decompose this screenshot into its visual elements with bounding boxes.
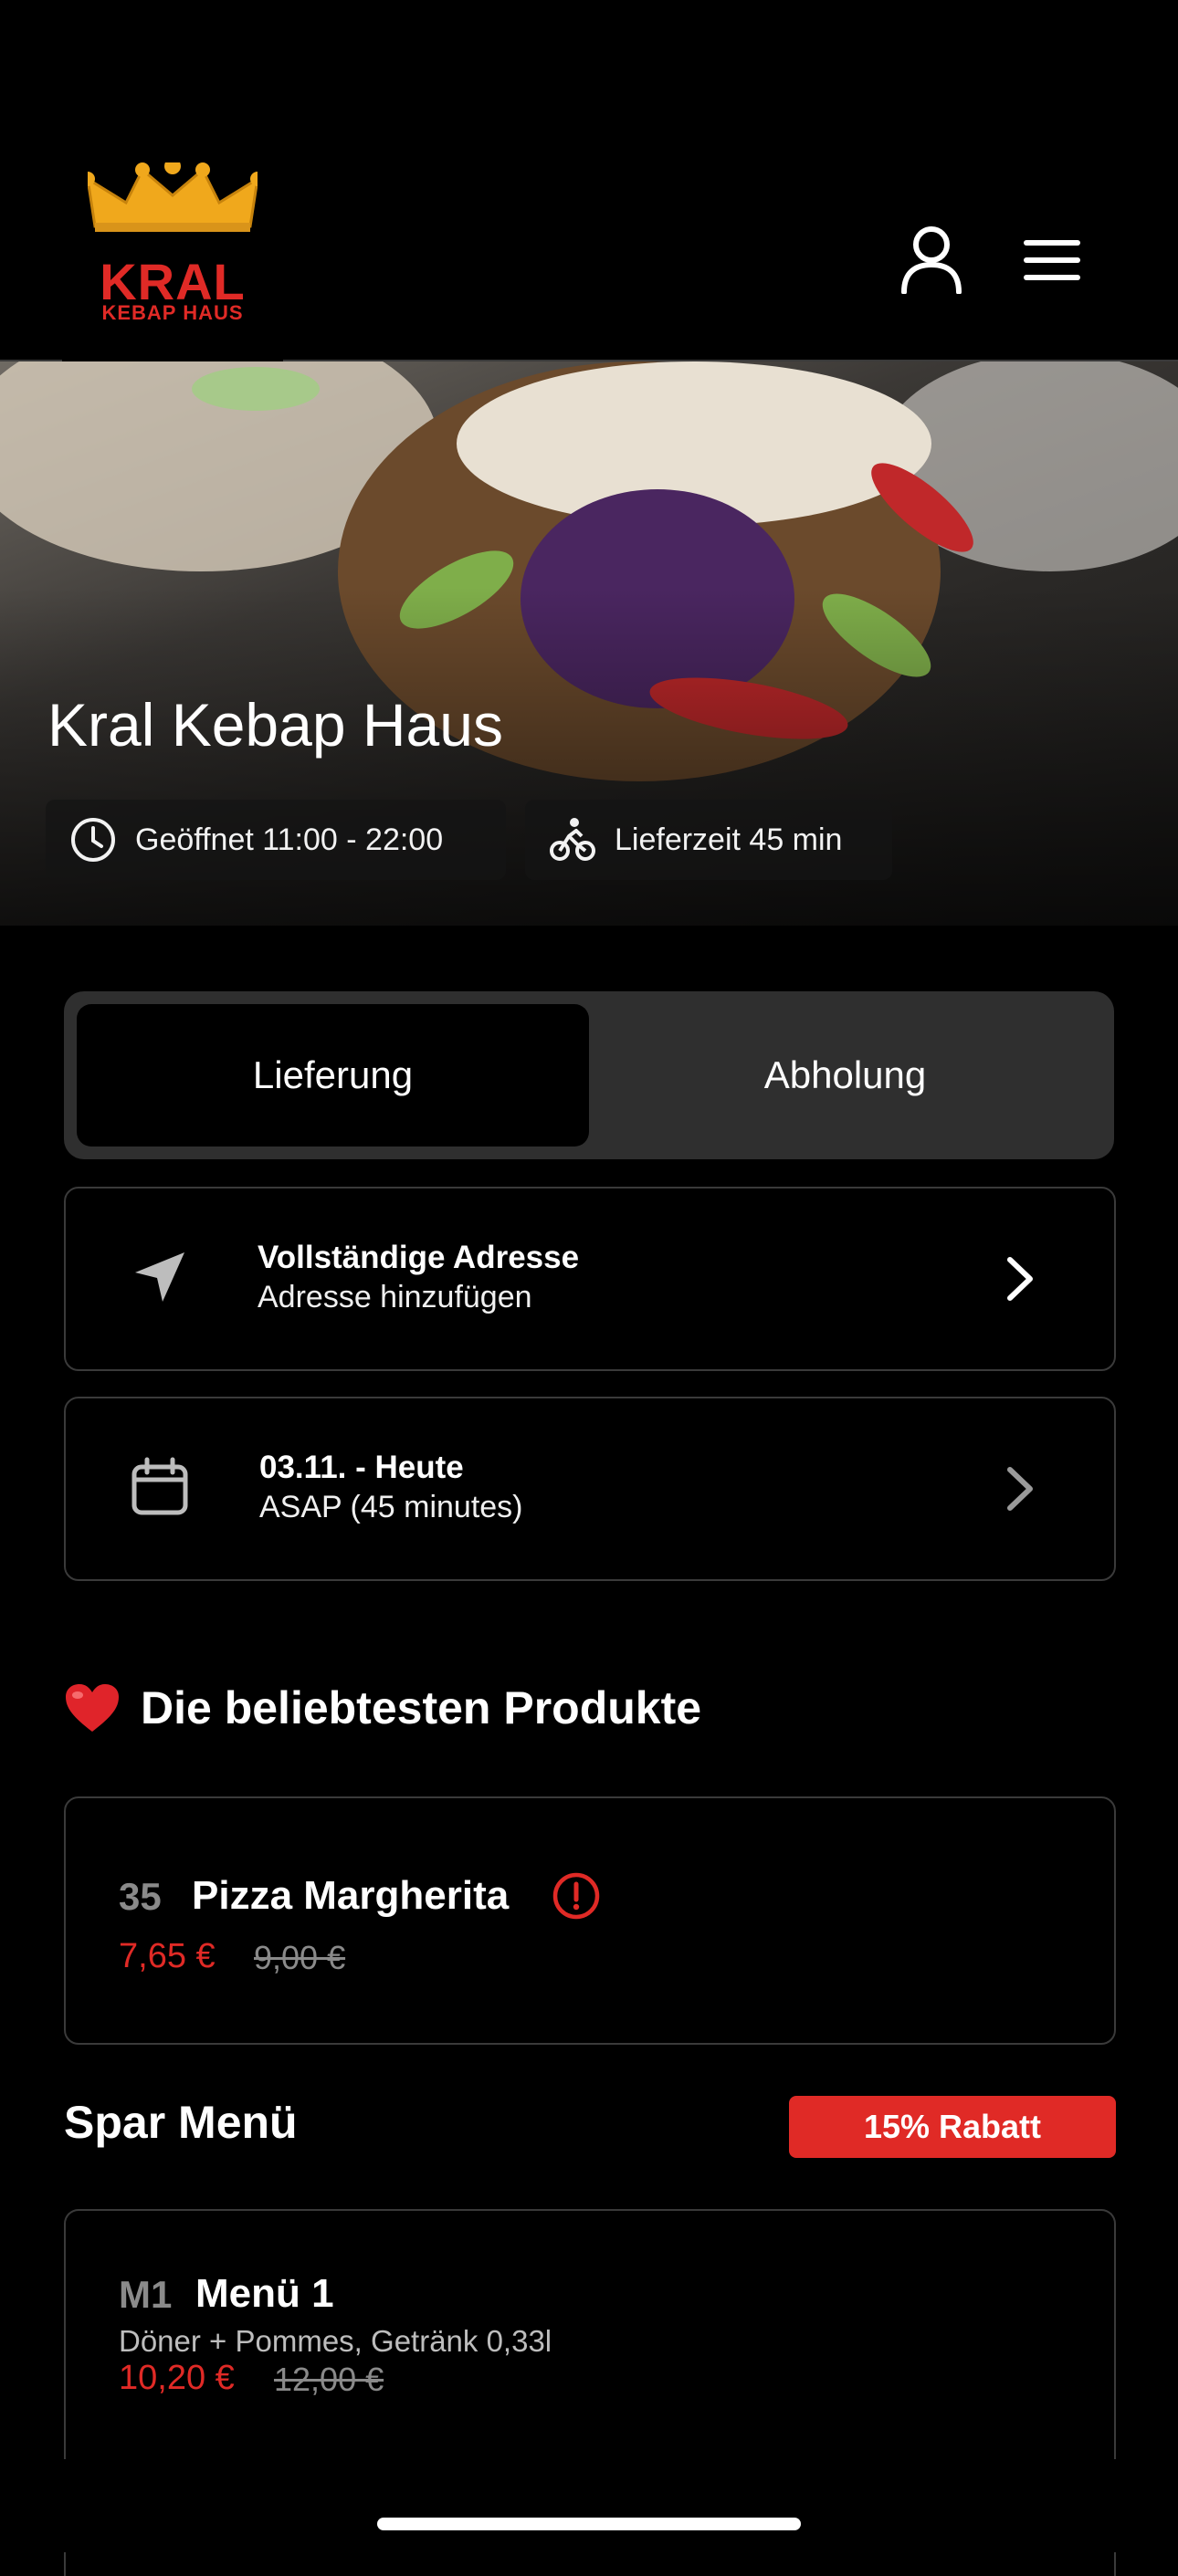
menu-icon[interactable] xyxy=(1023,239,1081,281)
clock-icon xyxy=(71,818,115,862)
restaurant-logo[interactable]: KRAL KEBAP HAUS xyxy=(62,162,283,371)
address-title: Vollständige Adresse xyxy=(258,1240,580,1275)
menu-description: Döner + Pommes, Getränk 0,33l xyxy=(119,2324,552,2358)
opening-hours-text: Geöffnet 11:00 - 22:00 xyxy=(135,822,444,857)
hero-banner: Kral Kebap Haus Geöffnet 11:00 - 22:00 L… xyxy=(0,361,1178,926)
opening-hours-badge: Geöffnet 11:00 - 22:00 xyxy=(46,800,506,880)
product-number: 35 xyxy=(119,1875,162,1918)
order-mode-toggle: Lieferung Abholung xyxy=(64,991,1114,1159)
home-indicator[interactable] xyxy=(377,2518,801,2530)
delivery-time-text: Lieferzeit 45 min xyxy=(615,822,843,857)
spar-menu-title: Spar Menü xyxy=(64,2097,298,2148)
restaurant-name: Kral Kebap Haus xyxy=(47,691,503,759)
discount-badge: 15% Rabatt xyxy=(789,2096,1116,2158)
menu-code: M1 xyxy=(119,2273,173,2316)
heart-icon xyxy=(66,1684,119,1732)
schedule-title: 03.11. - Heute xyxy=(259,1450,464,1485)
info-icon[interactable] xyxy=(552,1871,601,1921)
menu-old-price: 12,00 € xyxy=(274,2361,384,2398)
user-icon[interactable] xyxy=(899,225,963,294)
product-price: 7,65 € xyxy=(119,1937,216,1975)
product-old-price: 9,00 € xyxy=(254,1939,346,1976)
address-subtitle: Adresse hinzufügen xyxy=(258,1280,532,1314)
schedule-selector[interactable]: 03.11. - Heute ASAP (45 minutes) xyxy=(64,1397,1116,1581)
delivery-tab[interactable]: Lieferung xyxy=(77,1004,589,1147)
location-arrow-icon xyxy=(135,1252,184,1302)
logo-subtitle: KEBAP HAUS xyxy=(101,301,244,324)
popular-section-title: Die beliebtesten Produkte xyxy=(64,1681,701,1734)
pickup-tab[interactable]: Abholung xyxy=(589,1004,1101,1147)
schedule-subtitle: ASAP (45 minutes) xyxy=(259,1490,523,1524)
menu-name: Menü 1 xyxy=(195,2271,334,2316)
chevron-right-icon xyxy=(1007,1467,1033,1511)
menu-price: 10,20 € xyxy=(119,2359,235,2397)
calendar-icon xyxy=(131,1457,188,1515)
chevron-right-icon xyxy=(1007,1257,1033,1301)
popular-title-text: Die beliebtesten Produkte xyxy=(141,1682,702,1733)
product-name: Pizza Margherita xyxy=(192,1873,510,1918)
address-selector[interactable]: Vollständige Adresse Adresse hinzufügen xyxy=(64,1187,1116,1371)
product-card[interactable]: 35 Pizza Margherita 7,65 € 9,00 € xyxy=(64,1796,1116,2045)
bike-icon xyxy=(550,818,595,861)
crown-icon xyxy=(88,162,258,232)
delivery-time-badge: Lieferzeit 45 min xyxy=(525,800,892,880)
